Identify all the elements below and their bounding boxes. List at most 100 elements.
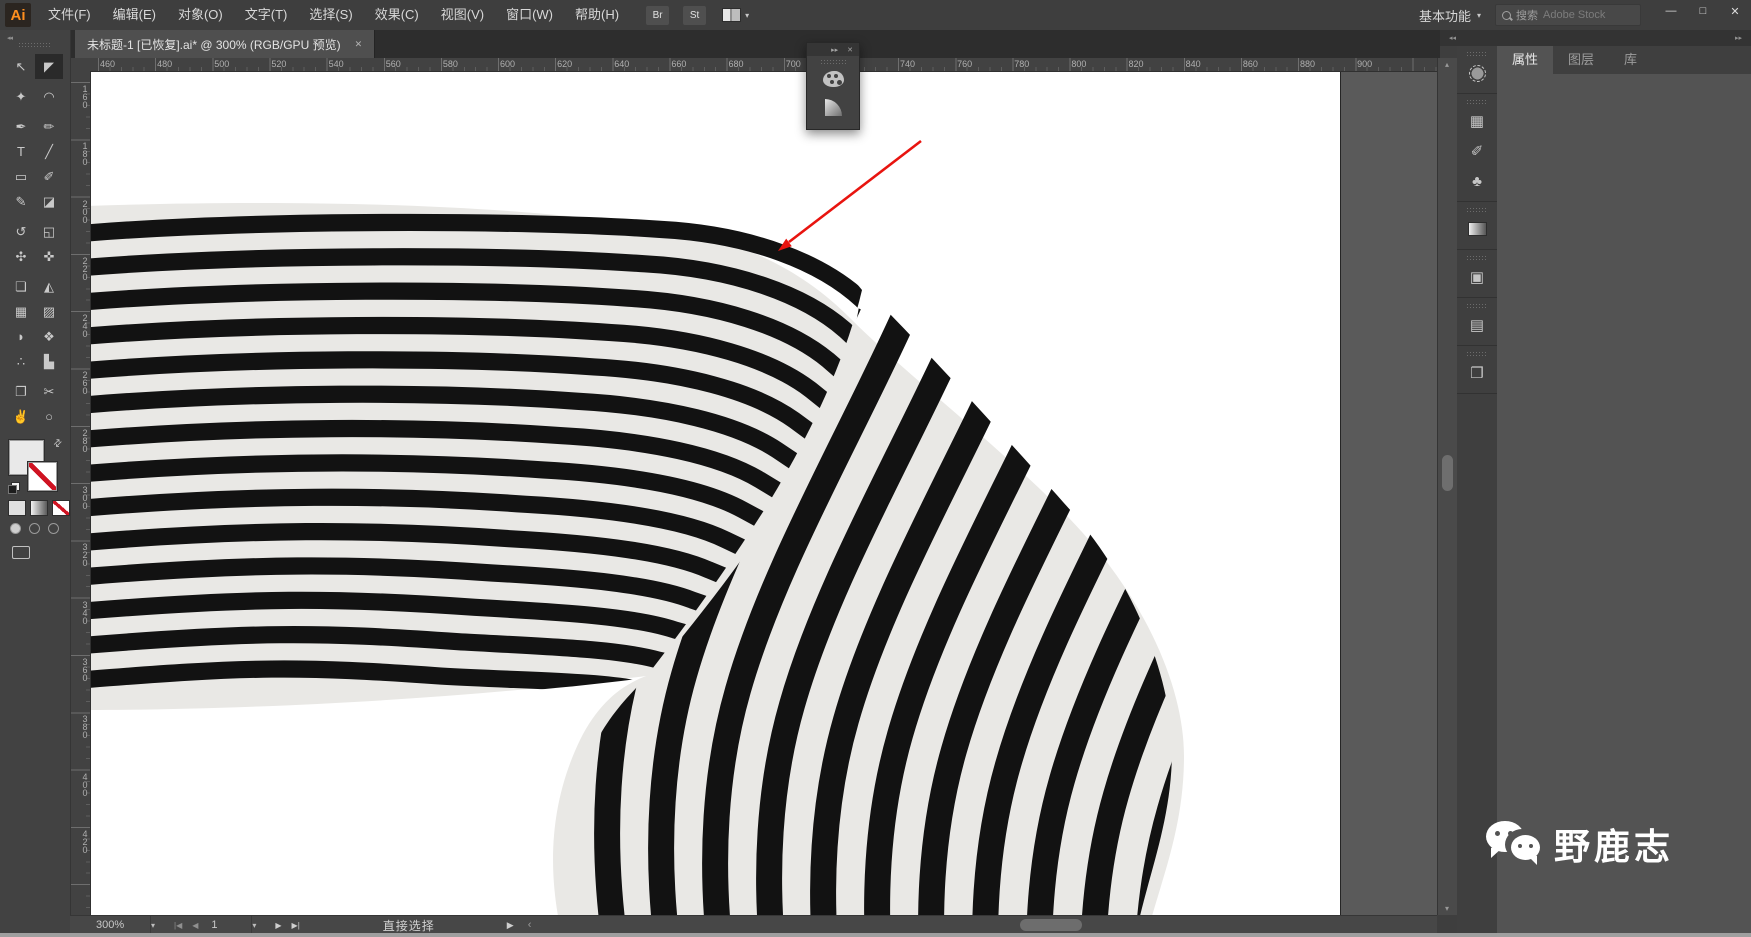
vertical-scrollbar[interactable]: ▴ ▾ xyxy=(1437,58,1459,915)
menu-item[interactable]: 编辑(E) xyxy=(102,0,167,30)
tool-line-segment[interactable]: ╱ xyxy=(35,139,63,164)
scroll-up-icon[interactable]: ▴ xyxy=(1438,60,1456,69)
shape-style-button[interactable] xyxy=(807,93,859,121)
zoom-dropdown-icon[interactable]: ▾ xyxy=(150,916,169,934)
tool-artboard[interactable]: ❐ xyxy=(7,379,35,404)
tool-pen[interactable]: ✒ xyxy=(7,114,35,139)
rectangle-icon: ▭ xyxy=(15,169,27,185)
tool-rotate[interactable]: ↺ xyxy=(7,219,35,244)
expand-panel-icon[interactable]: ▸▸ xyxy=(831,46,838,54)
tool-symbol-sprayer[interactable]: ∴ xyxy=(7,349,35,374)
tool-width[interactable]: ✣ xyxy=(7,244,35,269)
dock-symbols-panel-button[interactable]: ♣ xyxy=(1457,166,1497,196)
tool-magic-wand[interactable]: ✦ xyxy=(7,84,35,109)
horizontal-scroll-thumb[interactable] xyxy=(1020,919,1082,931)
menu-item[interactable]: 视图(V) xyxy=(430,0,495,30)
scroll-down-icon[interactable]: ▾ xyxy=(1438,904,1456,913)
draw-behind-button[interactable] xyxy=(29,523,40,534)
swap-fill-stroke-icon[interactable]: ⇄ xyxy=(51,437,65,451)
dock-swatches-panel-button[interactable]: ▦ xyxy=(1457,106,1497,136)
tool-mesh[interactable]: ▦ xyxy=(7,299,35,324)
stock-button[interactable]: St xyxy=(683,6,706,25)
dock-transform-panel-button[interactable]: ▣ xyxy=(1457,262,1497,292)
tab-layers[interactable]: 图层 xyxy=(1553,46,1609,74)
draw-inside-button[interactable] xyxy=(48,523,59,534)
document-tab[interactable]: 未标题-1 [已恢复].ai* @ 300% (RGB/GPU 预览) ✕ xyxy=(75,30,375,58)
dock-brushes-panel-button[interactable]: ✐ xyxy=(1457,136,1497,166)
arrange-documents-button[interactable]: ▾ xyxy=(722,8,749,22)
collapse-dock-icon[interactable]: ◂◂ xyxy=(1449,34,1456,42)
expand-dock-icon[interactable]: ▸▸ xyxy=(1735,34,1742,42)
gradient-button[interactable] xyxy=(30,500,48,516)
tool-eyedropper[interactable]: ◗ xyxy=(7,324,35,349)
vertical-scroll-thumb[interactable] xyxy=(1442,455,1453,491)
tool-eraser[interactable]: ◪ xyxy=(35,189,63,214)
tool-type[interactable]: T xyxy=(7,139,35,164)
dock-pathfinder-panel-button[interactable]: ❒ xyxy=(1457,358,1497,388)
workspace-switcher[interactable]: 基本功能 ▾ xyxy=(1419,6,1481,25)
artboard-dropdown-icon[interactable]: ▾ xyxy=(251,916,270,934)
close-tab-icon[interactable]: ✕ xyxy=(355,39,363,50)
tool-puppet-warp[interactable]: ✜ xyxy=(35,244,63,269)
ruler-label: 420 xyxy=(74,829,90,886)
draw-normal-button[interactable] xyxy=(10,523,21,534)
tool-perspective-grid[interactable]: ◭ xyxy=(35,274,63,299)
status-collapse-icon[interactable]: ‹ xyxy=(528,919,532,931)
dock-align-panel-button[interactable]: ▤ xyxy=(1457,310,1497,340)
canvas[interactable] xyxy=(90,71,1437,915)
screen-mode-button[interactable] xyxy=(12,546,30,559)
tool-column-graph[interactable]: ▙ xyxy=(35,349,63,374)
tool-zoom[interactable]: ○ xyxy=(35,404,63,429)
color-button[interactable] xyxy=(8,500,26,516)
tool-blend[interactable]: ❖ xyxy=(35,324,63,349)
pasteboard xyxy=(1340,71,1437,915)
tab-libraries[interactable]: 库 xyxy=(1609,46,1652,74)
tool-rectangle[interactable]: ▭ xyxy=(7,164,35,189)
menu-item[interactable]: 文字(T) xyxy=(234,0,299,30)
tool-curvature[interactable]: ✏ xyxy=(35,114,63,139)
tool-scale[interactable]: ◱ xyxy=(35,219,63,244)
maximize-button[interactable]: □ xyxy=(1687,0,1719,22)
next-artboard-button[interactable]: ▶ xyxy=(275,921,281,930)
default-fill-stroke-icon[interactable] xyxy=(8,482,20,494)
stroke-swatch[interactable] xyxy=(28,462,57,491)
close-panel-icon[interactable]: ✕ xyxy=(847,46,853,54)
menu-item[interactable]: 选择(S) xyxy=(298,0,363,30)
ruler-label: 500 xyxy=(214,58,271,70)
tool-gradient[interactable]: ▨ xyxy=(35,299,63,324)
prev-artboard-button[interactable]: ◀ xyxy=(192,921,198,930)
tool-direct-selection[interactable]: ◤ xyxy=(35,54,63,79)
close-button[interactable]: ✕ xyxy=(1719,0,1751,22)
tool-slice[interactable]: ✂ xyxy=(35,379,63,404)
tool-paintbrush[interactable]: ✐ xyxy=(35,164,63,189)
tool-shape-builder[interactable]: ❏ xyxy=(7,274,35,299)
last-artboard-button[interactable]: ▶| xyxy=(292,921,300,930)
menu-item[interactable]: 效果(C) xyxy=(364,0,430,30)
artboard-number-field[interactable]: 1 xyxy=(203,916,251,934)
menu-item[interactable]: 对象(O) xyxy=(167,0,234,30)
minimize-button[interactable]: — xyxy=(1655,0,1687,22)
tool-lasso[interactable]: ◠ xyxy=(35,84,63,109)
first-artboard-button[interactable]: |◀ xyxy=(174,921,182,930)
zoom-level-field[interactable]: 300% xyxy=(70,916,150,934)
ruler-label: 760 xyxy=(957,58,1014,70)
status-flyout-icon[interactable]: ▶ xyxy=(507,920,514,931)
ruler-label: 520 xyxy=(271,58,328,70)
ruler-label: 480 xyxy=(157,58,214,70)
paint-style-buttons xyxy=(8,500,70,516)
menu-item[interactable]: 窗口(W) xyxy=(495,0,564,30)
tool-hand[interactable]: ✌ xyxy=(7,404,35,429)
collapse-tools-icon[interactable]: ◂◂ xyxy=(7,34,12,42)
dock-gradient-panel-button[interactable] xyxy=(1457,214,1497,244)
tool-selection[interactable]: ↖ xyxy=(7,54,35,79)
tool-shaper[interactable]: ✎ xyxy=(7,189,35,214)
none-button[interactable] xyxy=(52,500,70,516)
menu-item[interactable]: 帮助(H) xyxy=(564,0,630,30)
menu-item[interactable]: 文件(F) xyxy=(37,0,102,30)
color-guide-button[interactable] xyxy=(807,65,859,93)
bridge-button[interactable]: Br xyxy=(646,6,669,25)
ruler-label: 840 xyxy=(1186,58,1243,70)
search-input[interactable]: 搜索 Adobe Stock xyxy=(1495,4,1641,26)
dock-color-panel-button[interactable] xyxy=(1457,58,1497,88)
tab-properties[interactable]: 属性 xyxy=(1497,46,1553,74)
